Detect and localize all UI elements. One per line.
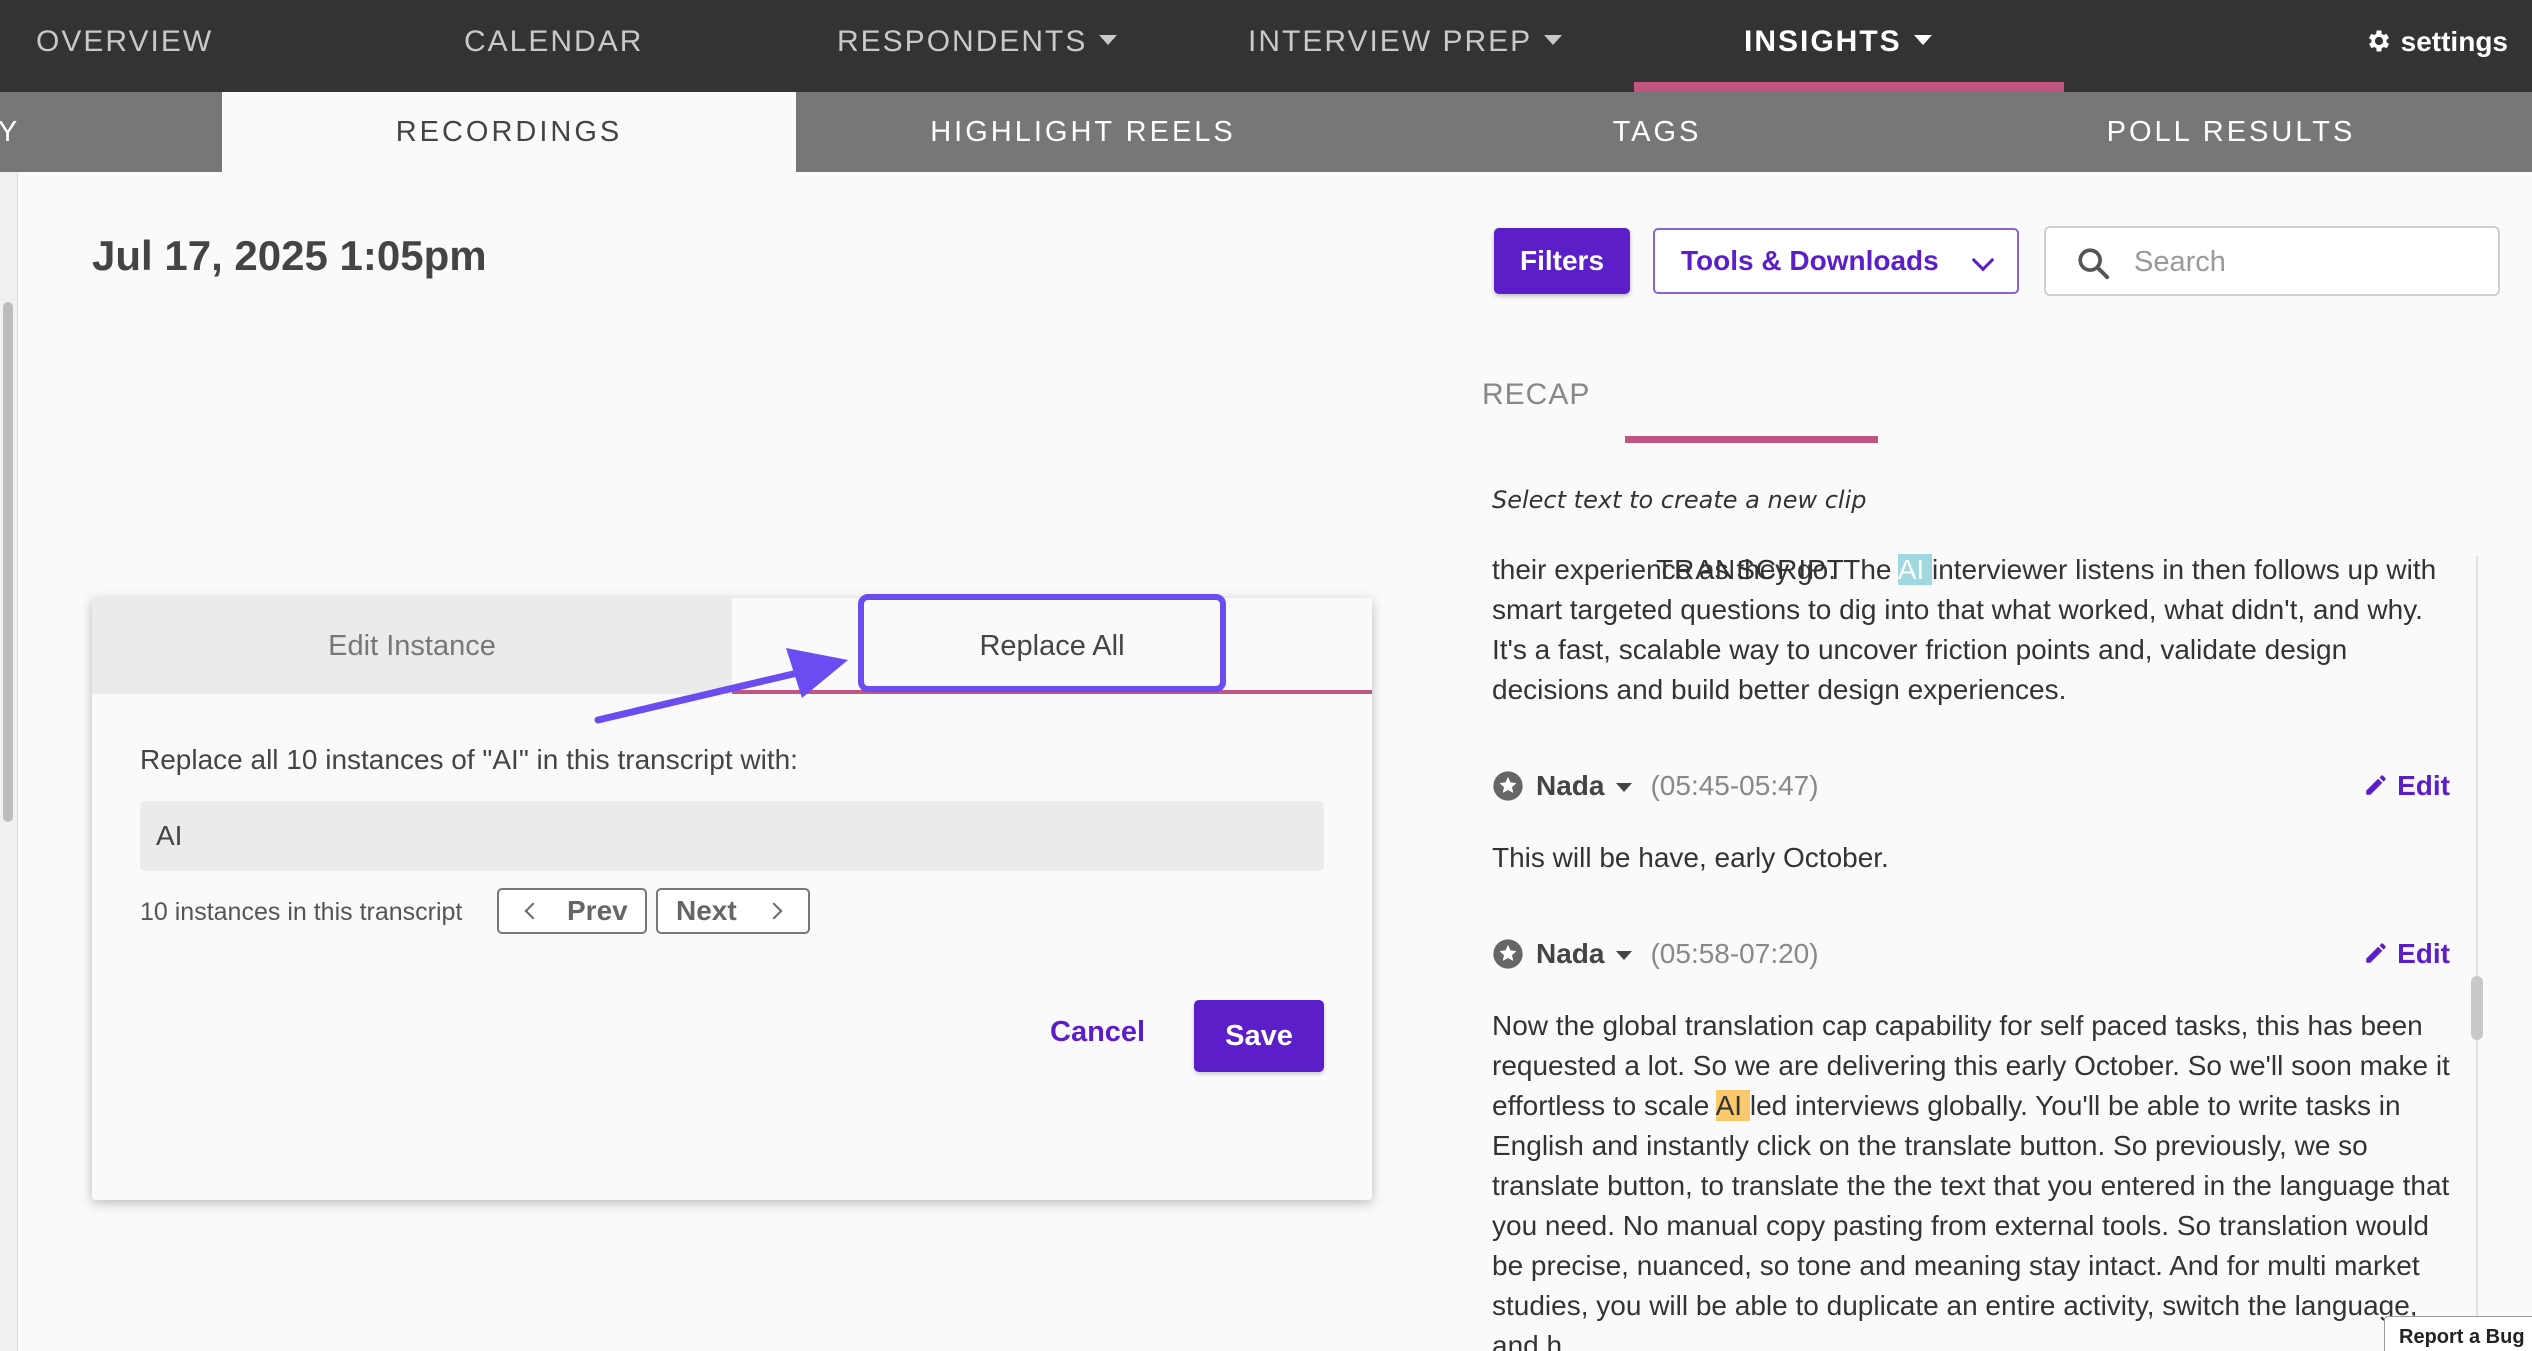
tab-recap[interactable]: RECAP bbox=[1482, 378, 1590, 412]
filters-button[interactable]: Filters bbox=[1494, 228, 1630, 294]
settings-link[interactable]: settings bbox=[2365, 0, 2508, 84]
tab-tags[interactable]: TAGS bbox=[1370, 92, 1944, 172]
tab-tags-label: TAGS bbox=[1612, 116, 1702, 148]
search-match-highlight[interactable]: AI bbox=[1897, 554, 1932, 585]
chevron-left-icon bbox=[524, 902, 542, 920]
left-panel-edge bbox=[0, 172, 18, 1351]
chevron-down-icon bbox=[1971, 248, 1995, 272]
gear-icon bbox=[2368, 30, 2389, 52]
caret-down-icon bbox=[1099, 35, 1118, 46]
nav-overview-label: OVERVIEW bbox=[36, 25, 214, 58]
transcript-text: their experience as they go. The bbox=[1492, 554, 1898, 585]
timestamp[interactable]: (05:45-05:47) bbox=[1650, 770, 1818, 801]
tools-downloads-dropdown[interactable]: Tools & Downloads bbox=[1653, 228, 2019, 294]
clip-hint: Select text to create a new clip bbox=[1492, 486, 1867, 514]
settings-label: settings bbox=[2400, 26, 2508, 57]
speaker-row: Nada (05:58-07:20) Edit bbox=[1492, 934, 2462, 974]
prev-label: Prev bbox=[567, 895, 628, 926]
nav-insights-label: INSIGHTS bbox=[1744, 25, 1902, 58]
search-box bbox=[2044, 226, 2500, 296]
left-scrollbar-thumb[interactable] bbox=[3, 302, 13, 822]
tab-highlight-reels[interactable]: HIGHLIGHT REELS bbox=[796, 92, 1370, 172]
sub-nav: Y RECORDINGS HIGHLIGHT REELS TAGS POLL R… bbox=[0, 92, 2532, 172]
tab-summary-label: Y bbox=[0, 116, 21, 148]
chevron-right-icon bbox=[765, 902, 783, 920]
cancel-button[interactable]: Cancel bbox=[1050, 1016, 1145, 1049]
current-match-highlight[interactable]: AI bbox=[1715, 1090, 1750, 1121]
nav-active-underline bbox=[1634, 82, 2064, 92]
speaker-name[interactable]: Nada bbox=[1536, 770, 1604, 801]
transcript-paragraph[interactable]: their experience as they go. The AI inte… bbox=[1492, 550, 2462, 710]
speaker-row: Nada (05:45-05:47) Edit bbox=[1492, 766, 2462, 806]
scrollbar-track bbox=[2476, 556, 2478, 1351]
search-icon bbox=[2078, 248, 2110, 280]
instance-count: 10 instances in this transcript bbox=[140, 898, 463, 926]
search-input[interactable] bbox=[2134, 242, 2474, 282]
tab-poll-results-label: POLL RESULTS bbox=[2106, 116, 2356, 148]
nav-interview-prep[interactable]: INTERVIEW PREP bbox=[1248, 0, 1563, 92]
edit-button[interactable]: Edit bbox=[2363, 934, 2450, 974]
replace-with-input[interactable] bbox=[140, 801, 1324, 871]
top-nav: OVERVIEW CALENDAR RESPONDENTS INTERVIEW … bbox=[0, 0, 2532, 92]
tab-poll-results[interactable]: POLL RESULTS bbox=[1944, 92, 2518, 172]
edit-button[interactable]: Edit bbox=[2363, 766, 2450, 806]
edit-label: Edit bbox=[2397, 770, 2450, 801]
tab-highlight-reels-label: HIGHLIGHT REELS bbox=[930, 116, 1236, 148]
nav-insights[interactable]: INSIGHTS bbox=[1744, 0, 1932, 92]
caret-down-icon[interactable] bbox=[1616, 783, 1633, 793]
prev-button[interactable]: Prev bbox=[497, 888, 647, 934]
next-label: Next bbox=[676, 895, 737, 926]
nav-calendar[interactable]: CALENDAR bbox=[464, 0, 643, 92]
transcript-panel[interactable]: their experience as they go. The AI inte… bbox=[1492, 550, 2464, 1351]
tools-downloads-label: Tools & Downloads bbox=[1681, 245, 1939, 276]
scrollbar-thumb[interactable] bbox=[2471, 976, 2483, 1040]
nav-respondents-label: RESPONDENTS bbox=[837, 25, 1088, 58]
nav-respondents[interactable]: RESPONDENTS bbox=[837, 0, 1118, 92]
speaker-name[interactable]: Nada bbox=[1536, 938, 1604, 969]
tab-recordings-label: RECORDINGS bbox=[395, 116, 623, 148]
save-button[interactable]: Save bbox=[1194, 1000, 1324, 1072]
transcript-paragraph[interactable]: Now the global translation cap capabilit… bbox=[1492, 1006, 2462, 1351]
transcript-scrollbar[interactable] bbox=[2470, 556, 2484, 1351]
next-button[interactable]: Next bbox=[656, 888, 810, 934]
annotation-highlight-box bbox=[858, 594, 1226, 692]
caret-down-icon[interactable] bbox=[1616, 951, 1633, 961]
tab-summary[interactable]: Y bbox=[0, 92, 24, 172]
timestamp[interactable]: (05:58-07:20) bbox=[1650, 938, 1818, 969]
report-bug-button[interactable]: Report a Bug bbox=[2384, 1316, 2532, 1351]
transcript-paragraph[interactable]: This will be have, early October. bbox=[1492, 838, 2462, 878]
annotation-arrow-icon bbox=[594, 648, 848, 724]
transcript-tab-underline bbox=[1625, 436, 1878, 443]
replace-prompt: Replace all 10 instances of "AI" in this… bbox=[140, 744, 798, 775]
caret-down-icon bbox=[1544, 35, 1563, 46]
pencil-icon bbox=[2366, 774, 2386, 795]
star-icon[interactable] bbox=[1492, 770, 1524, 802]
transcript-text: led interviews globally. You'll be able … bbox=[1492, 1090, 2450, 1351]
edit-label: Edit bbox=[2397, 938, 2450, 969]
nav-interview-prep-label: INTERVIEW PREP bbox=[1248, 25, 1533, 58]
nav-overview[interactable]: OVERVIEW bbox=[36, 0, 213, 92]
recording-date: Jul 17, 2025 1:05pm bbox=[92, 232, 487, 279]
pencil-icon bbox=[2366, 942, 2386, 963]
caret-down-icon bbox=[1913, 35, 1932, 46]
star-icon[interactable] bbox=[1492, 938, 1524, 970]
tab-recordings[interactable]: RECORDINGS bbox=[222, 92, 796, 172]
nav-calendar-label: CALENDAR bbox=[464, 25, 644, 58]
